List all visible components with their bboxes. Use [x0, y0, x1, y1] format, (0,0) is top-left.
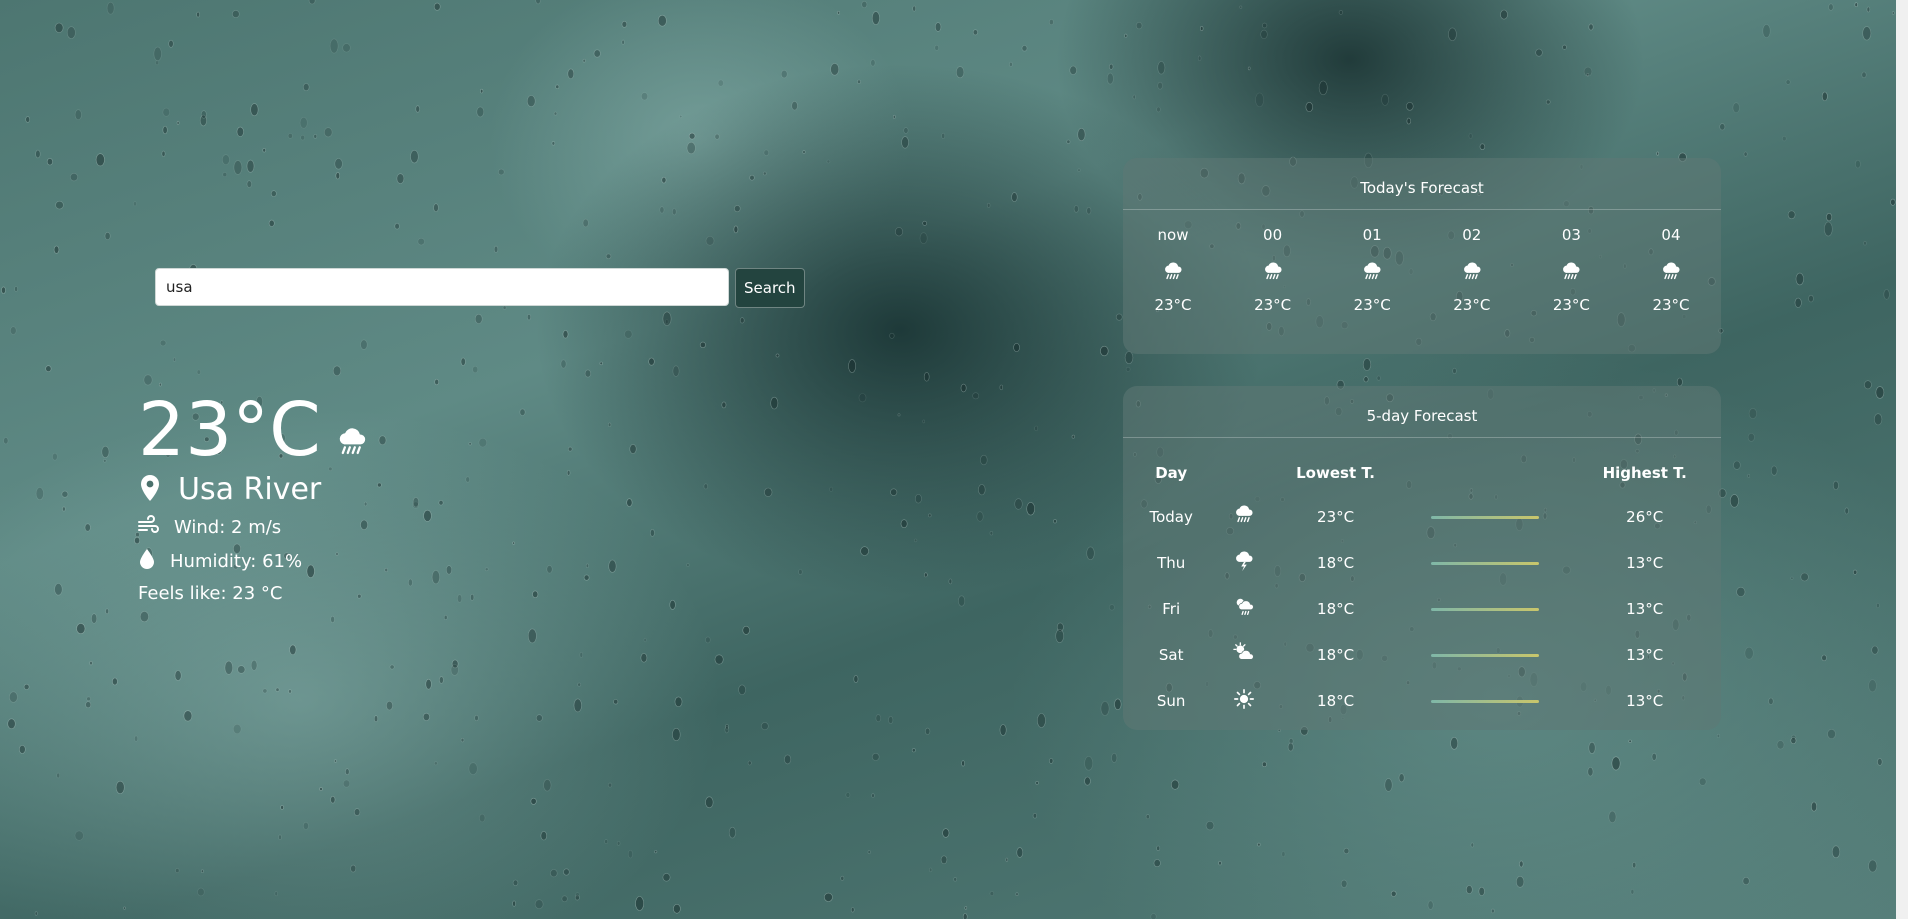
humidity-stat: Humidity: 61% — [138, 548, 369, 575]
rain-cloud-icon — [1434, 254, 1510, 290]
sun-icon — [1219, 678, 1268, 724]
low-temp: 18°C — [1317, 600, 1355, 618]
temp-bar — [1431, 653, 1540, 657]
low-temp: 23°C — [1317, 508, 1355, 526]
hour-item: 02 23°C — [1434, 226, 1510, 314]
high-temp: 13°C — [1626, 692, 1664, 710]
table-row: Today 23°C 26°C — [1123, 494, 1721, 540]
temp-range-bar — [1403, 540, 1569, 586]
low-temp: 18°C — [1317, 646, 1355, 664]
sun-rain-cloud-icon — [1219, 586, 1268, 632]
hour-label: 00 — [1263, 226, 1283, 244]
hour-label: 03 — [1561, 226, 1581, 244]
day-name: Sat — [1158, 646, 1184, 664]
rain-cloud-icon — [1633, 254, 1709, 290]
hour-item: 03 23°C — [1533, 226, 1609, 314]
low-temp: 18°C — [1317, 554, 1355, 572]
current-temperature: 23°C — [138, 387, 321, 473]
hour-label: 01 — [1362, 226, 1382, 244]
temp-bar — [1431, 607, 1540, 611]
rain-cloud-icon — [1135, 254, 1211, 290]
search-button[interactable]: Search — [735, 268, 805, 308]
hour-temp: 23°C — [1552, 296, 1590, 314]
todays-forecast-panel: Today's Forecast now 23°C 00 23°C 01 23°C 02 23… — [1123, 158, 1721, 354]
high-temp: 26°C — [1626, 508, 1664, 526]
temp-range-bar — [1403, 494, 1569, 540]
hour-label: 02 — [1462, 226, 1482, 244]
rain-cloud-icon — [1533, 254, 1609, 290]
hour-temp: 23°C — [1353, 296, 1391, 314]
temp-range-bar — [1403, 586, 1569, 632]
divider — [1123, 437, 1721, 438]
sun-cloud-icon — [1219, 632, 1268, 678]
temp-range-bar — [1403, 678, 1569, 724]
header-bar — [1403, 452, 1569, 494]
todays-forecast-title: Today's Forecast — [1360, 179, 1484, 197]
city-name: Usa River — [178, 472, 322, 507]
five-day-forecast-panel: 5-day Forecast Day Lowest T. Highest T. … — [1123, 386, 1721, 730]
hour-item: now 23°C — [1135, 226, 1211, 314]
divider — [1123, 209, 1721, 210]
wind-icon — [138, 515, 160, 540]
header-icon — [1219, 452, 1268, 494]
hour-temp: 23°C — [1254, 296, 1292, 314]
five-day-table: Day Lowest T. Highest T. Today 23°C 26°C Th… — [1123, 452, 1721, 724]
high-temp: 13°C — [1626, 646, 1664, 664]
header-low: Lowest T. — [1296, 464, 1375, 482]
high-temp: 13°C — [1626, 554, 1664, 572]
day-name: Sun — [1156, 692, 1186, 710]
hour-temp: 23°C — [1453, 296, 1491, 314]
rain-cloud-icon — [1219, 494, 1268, 540]
five-day-forecast-title: 5-day Forecast — [1366, 407, 1478, 425]
search-input[interactable] — [155, 268, 729, 306]
day-name: Fri — [1162, 600, 1181, 618]
search-bar: Search — [155, 268, 805, 308]
humidity-value: Humidity: 61% — [170, 551, 303, 572]
table-row: Sun 18°C 13°C — [1123, 678, 1721, 724]
wind-value: Wind: 2 m/s — [174, 517, 282, 538]
high-temp: 13°C — [1626, 600, 1664, 618]
table-row: Fri 18°C 13°C — [1123, 586, 1721, 632]
table-row: Thu 18°C 13°C — [1123, 540, 1721, 586]
temp-range-bar — [1403, 632, 1569, 678]
location-pin-icon — [138, 474, 162, 506]
current-weather: 23°C Usa River Wind: 2 m/s Humidity: 61%… — [138, 390, 369, 604]
temp-bar — [1431, 561, 1540, 565]
temp-bar — [1431, 515, 1540, 519]
rain-cloud-icon — [335, 426, 369, 464]
rain-cloud-icon — [1235, 254, 1311, 290]
hour-item: 00 23°C — [1235, 226, 1311, 314]
header-high: Highest T. — [1602, 464, 1687, 482]
water-drop-icon — [138, 548, 156, 575]
low-temp: 18°C — [1317, 692, 1355, 710]
header-day: Day — [1155, 464, 1188, 482]
hour-item: 01 23°C — [1334, 226, 1410, 314]
scrollbar[interactable] — [1896, 0, 1908, 919]
hour-item: 04 23°C — [1633, 226, 1709, 314]
hour-label: 04 — [1661, 226, 1681, 244]
table-header: Day Lowest T. Highest T. — [1123, 452, 1721, 494]
temp-bar — [1431, 699, 1540, 703]
hour-temp: 23°C — [1154, 296, 1192, 314]
thunder-cloud-icon — [1219, 540, 1268, 586]
rain-cloud-icon — [1334, 254, 1410, 290]
day-name: Today — [1149, 508, 1193, 526]
table-row: Sat 18°C 13°C — [1123, 632, 1721, 678]
hour-label: now — [1157, 226, 1189, 244]
hourly-list: now 23°C 00 23°C 01 23°C 02 23°C 03 23°C 04 23°C — [1123, 226, 1721, 314]
day-name: Thu — [1157, 554, 1186, 572]
wind-stat: Wind: 2 m/s — [138, 515, 369, 540]
feels-like: Feels like: 23 °C — [138, 583, 283, 604]
hour-temp: 23°C — [1652, 296, 1690, 314]
